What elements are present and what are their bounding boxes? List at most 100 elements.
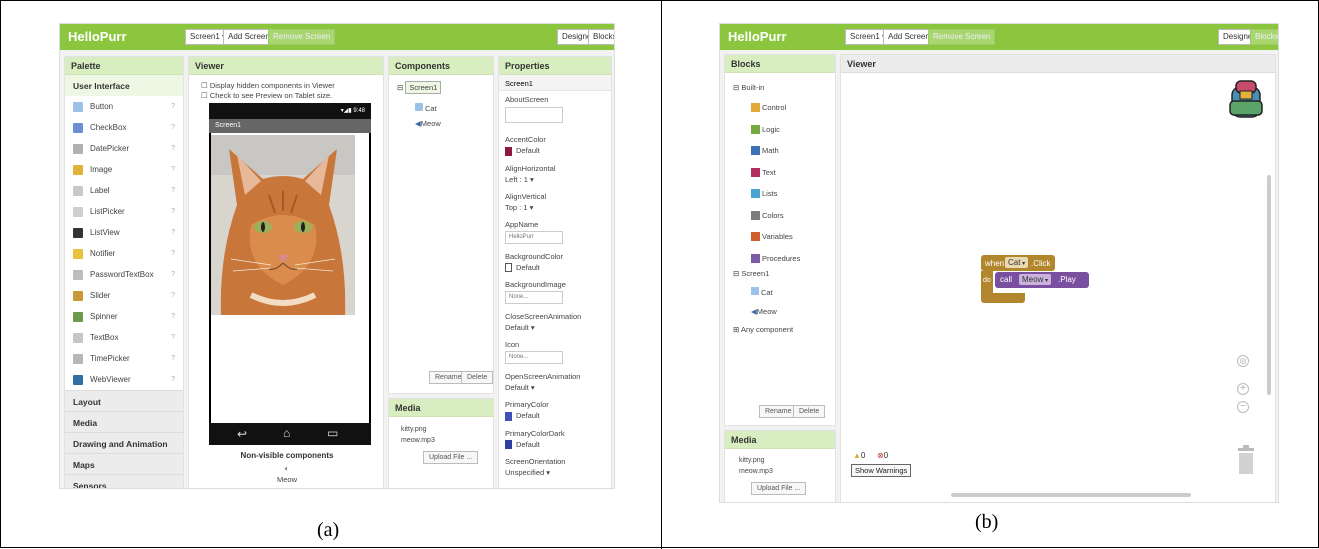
delete-button[interactable]: Delete [461,371,493,384]
palette-item-label: Image [90,165,113,174]
app-name-field[interactable]: HelloPurr [505,230,563,244]
bg-color-value: Default [516,262,540,272]
palette-category[interactable]: Maps [65,453,183,474]
palette-category[interactable]: Drawing and Animation [65,432,183,453]
error-icon: ⊗ [877,451,884,460]
remove-screen-button[interactable]: Remove Screen [268,29,336,45]
accent-color-picker[interactable]: Default [505,146,609,156]
center-icon[interactable]: ◎ [1237,355,1249,367]
palette-item[interactable]: PasswordTextBox? [65,264,183,285]
tree-meow[interactable]: ◀︎Meow [415,119,441,128]
palette-category[interactable]: Media [65,411,183,432]
builtin-category[interactable]: Logic [751,119,800,141]
palette-item[interactable]: WebViewer? [65,369,183,390]
palette-item[interactable]: TextBox? [65,327,183,348]
backpack-icon[interactable] [1226,79,1266,126]
help-icon[interactable]: ? [171,250,175,257]
help-icon[interactable]: ? [171,313,175,320]
help-icon[interactable]: ? [171,124,175,131]
palette-item[interactable]: ListPicker? [65,201,183,222]
palette-item[interactable]: Spinner? [65,306,183,327]
show-warnings-button[interactable]: Show Warnings [851,464,912,477]
builtin-category[interactable]: Lists [751,183,800,205]
tree-screen1[interactable]: ⊟ Screen1 [397,81,442,94]
vertical-scrollbar[interactable] [1267,175,1271,395]
component-icon [73,101,83,112]
background-image-field[interactable]: None... [505,291,563,305]
palette-section-user-interface[interactable]: User Interface [65,75,183,96]
palette-item[interactable]: Label? [65,180,183,201]
horizontal-scrollbar[interactable] [951,493,1191,497]
align-vertical-dropdown[interactable]: Top : 1 ▾ [505,203,609,212]
media-file-meow-b[interactable]: meow.mp3 [739,468,773,475]
icon-field[interactable]: None... [505,351,563,365]
help-icon[interactable]: ? [171,292,175,299]
blocks-button-b[interactable]: Blocks [1250,29,1278,45]
zoom-in-icon[interactable]: + [1237,383,1249,395]
close-animation-dropdown[interactable]: Default ▾ [505,323,609,332]
palette-item[interactable]: ListView? [65,222,183,243]
event-block-footer [981,293,1025,303]
nonvisible-meow[interactable]: Meow [189,475,383,484]
help-icon[interactable]: ? [171,229,175,236]
zoom-out-icon[interactable]: − [1237,401,1249,413]
upload-file-button[interactable]: Upload File ... [423,451,479,464]
palette-item[interactable]: TimePicker? [65,348,183,369]
blocks-tree-meow[interactable]: ◀︎Meow [751,307,777,316]
any-component-toggle[interactable]: ⊞ Any component [733,325,793,334]
palette-item[interactable]: Slider? [65,285,183,306]
help-icon[interactable]: ? [171,187,175,194]
media-file-kitty-b[interactable]: kitty.png [739,457,765,464]
builtin-category[interactable]: Control [751,97,800,119]
cat-component-dropdown[interactable]: Cat ▾ [1005,257,1029,268]
open-animation-dropdown[interactable]: Default ▾ [505,383,609,392]
remove-screen-button-b[interactable]: Remove Screen [928,29,996,45]
help-icon[interactable]: ? [171,208,175,215]
media-file-meow[interactable]: meow.mp3 [401,437,435,444]
palette-item[interactable]: Image? [65,159,183,180]
orientation-dropdown[interactable]: Unspecified ▾ [505,468,609,477]
help-icon[interactable]: ? [171,145,175,152]
rename-button-b[interactable]: Rename [759,405,798,418]
palette-item[interactable]: Notifier? [65,243,183,264]
help-icon[interactable]: ? [171,376,175,383]
tree-cat[interactable]: Cat [415,103,437,113]
call-meow-play-block[interactable]: call Meow ▾ .Play [995,272,1089,288]
about-screen-field[interactable] [505,107,563,123]
palette-category[interactable]: Sensors [65,474,183,488]
trash-icon[interactable] [1237,445,1255,480]
upload-file-button-b[interactable]: Upload File ... [751,482,807,495]
help-icon[interactable]: ? [171,166,175,173]
palette-item-label: Button [90,102,114,111]
help-icon[interactable]: ? [171,271,175,278]
meow-component-dropdown[interactable]: Meow ▾ [1019,274,1052,285]
media-file-kitty[interactable]: kitty.png [401,426,427,433]
help-icon[interactable]: ? [171,334,175,341]
help-icon[interactable]: ? [171,103,175,110]
background-color-picker[interactable]: Default [505,263,609,273]
palette-item[interactable]: Button? [65,96,183,117]
primary-dark-picker[interactable]: Default [505,440,609,450]
blocks-tree-cat[interactable]: Cat [751,287,773,297]
components-title: Components [389,57,493,75]
primary-color-picker[interactable]: Default [505,411,609,421]
hidden-components-checkbox[interactable]: ☐ Display hidden components in Viewer [201,81,335,90]
cat-image[interactable] [211,135,355,315]
home-icon: ⌂ [283,426,291,440]
builtin-category[interactable]: Text [751,162,800,184]
tablet-preview-checkbox[interactable]: ☐ Check to see Preview on Tablet size. [201,91,332,100]
builtin-category[interactable]: Procedures [751,248,800,270]
delete-button-b[interactable]: Delete [793,405,826,418]
when-cat-click-block[interactable]: when Cat ▾ .Click do call Meow ▾ .Play [981,255,1091,305]
blocks-button[interactable]: Blocks [588,29,614,45]
help-icon[interactable]: ? [171,355,175,362]
screen1-toggle[interactable]: ⊟ Screen1 [733,269,769,278]
palette-category[interactable]: Layout [65,390,183,411]
builtin-toggle[interactable]: ⊟ Built-in [733,83,764,92]
builtin-category[interactable]: Colors [751,205,800,227]
palette-item[interactable]: CheckBox? [65,117,183,138]
builtin-category[interactable]: Variables [751,226,800,248]
builtin-category[interactable]: Math [751,140,800,162]
align-horizontal-dropdown[interactable]: Left : 1 ▾ [505,175,609,184]
palette-item[interactable]: DatePicker? [65,138,183,159]
